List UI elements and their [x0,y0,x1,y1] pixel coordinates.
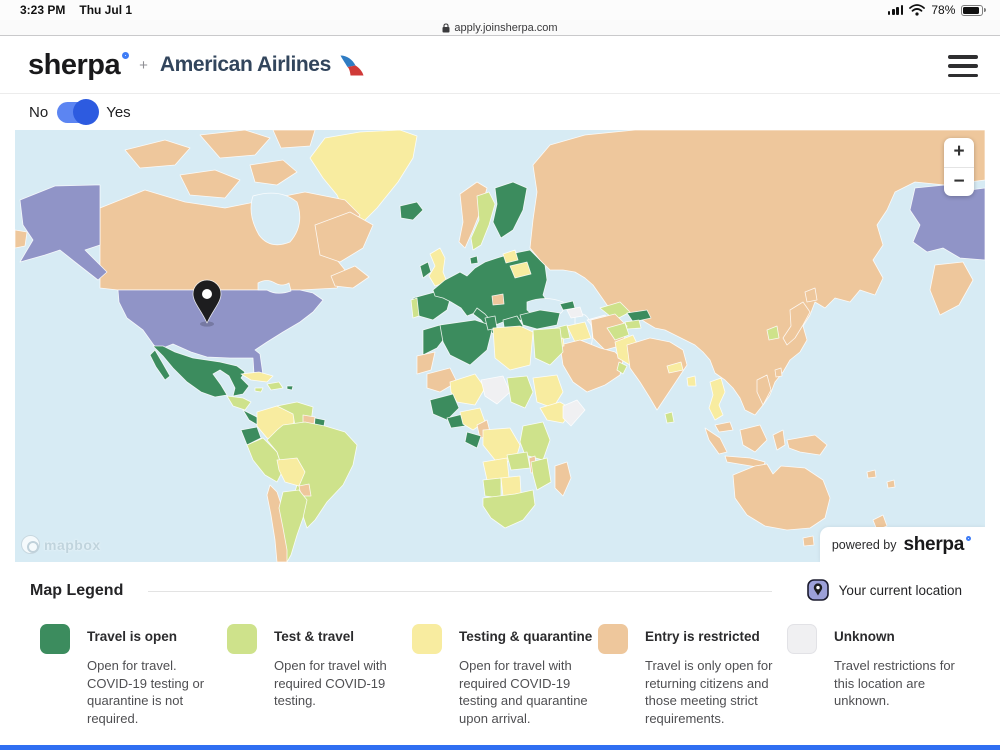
hamburger-menu-icon[interactable] [948,55,978,77]
sherpa-degree-icon [122,52,129,59]
mapbox-wordmark: mapbox [44,537,101,553]
legend-swatch-green [40,624,70,654]
date-label: Thu Jul 1 [79,3,132,17]
sherpa-logo[interactable]: sherpa [28,49,129,82]
legend-swatch-yellow [412,624,442,654]
wifi-icon [909,4,925,16]
american-airlines-logo[interactable]: American Airlines [160,53,365,77]
legend-item-title: Test & travel [274,629,354,644]
current-location-key-icon [807,579,829,601]
ios-status-bar: 3:23 PM Thu Jul 1 78% [0,0,1000,20]
current-location-label: Your current location [839,583,962,598]
site-header: sherpa + American Airlines [0,37,1000,94]
legend-swatch-yellowgreen [227,624,257,654]
map-zoom-control: + − [944,138,974,196]
legend-item-description: Open for travel with required COVID-19 t… [274,657,414,710]
legend-item-title: Unknown [834,629,895,644]
current-location-key: Your current location [807,579,962,601]
map-legend-section: Map Legend Your current location Travel … [0,562,1000,745]
battery-icon [961,5,986,16]
browser-address-bar[interactable]: apply.joinsherpa.com [0,20,1000,36]
legend-swatch-orange [598,624,628,654]
sherpa-logo-text: sherpa [28,49,120,82]
legend-item-description: Open for travel. COVID-19 testing or qua… [87,657,221,727]
legend-item-test-travel: Test & travel Open for travel with requi… [227,624,257,654]
sherpa-small-logo: sherpa [903,534,971,556]
legend-item-testing-quarantine: Testing & quarantine Open for travel wit… [412,624,442,654]
url-label: apply.joinsherpa.com [454,22,557,34]
legend-item-description: Open for travel with required COVID-19 t… [459,657,597,727]
american-airlines-flight-symbol-icon [338,55,365,76]
toggle-yes-label[interactable]: Yes [106,104,130,121]
zoom-out-button[interactable]: − [944,168,974,197]
toggle-no-label[interactable]: No [29,104,48,121]
map-filter-toggle-row: No Yes [0,94,1000,130]
legend-swatch-gray [787,624,817,654]
no-yes-toggle[interactable] [57,102,97,123]
mapbox-attribution[interactable]: mapbox [21,535,101,554]
battery-percent-label: 78% [931,3,955,17]
legend-title: Map Legend [30,582,123,600]
world-map-canvas[interactable] [15,130,985,562]
world-travel-restrictions-map[interactable]: + − mapbox powered by sherpa [15,130,985,562]
sherpa-degree-icon [966,536,971,541]
cellular-signal-icon [888,5,904,15]
legend-item-entry-restricted: Entry is restricted Travel is only open … [598,624,628,654]
powered-by-sherpa-badge[interactable]: powered by sherpa [820,527,985,562]
american-airlines-logo-text: American Airlines [160,53,331,77]
legend-item-travel-open: Travel is open Open for travel. COVID-19… [40,624,70,654]
bottom-accent-bar[interactable] [0,745,1000,750]
toggle-knob[interactable] [73,99,99,125]
legend-item-description: Travel is only open for returning citize… [645,657,793,727]
mapbox-logo-icon [21,535,40,554]
plus-separator: + [139,57,148,74]
legend-item-description: Travel restrictions for this location ar… [834,657,976,710]
lock-icon [442,23,450,33]
powered-by-label: powered by [832,538,897,552]
zoom-in-button[interactable]: + [944,138,974,168]
clock-label: 3:23 PM [20,3,65,17]
legend-item-title: Testing & quarantine [459,629,592,644]
legend-item-unknown: Unknown Travel restrictions for this loc… [787,624,817,654]
legend-divider [148,591,772,592]
legend-item-title: Travel is open [87,629,177,644]
legend-item-title: Entry is restricted [645,629,760,644]
